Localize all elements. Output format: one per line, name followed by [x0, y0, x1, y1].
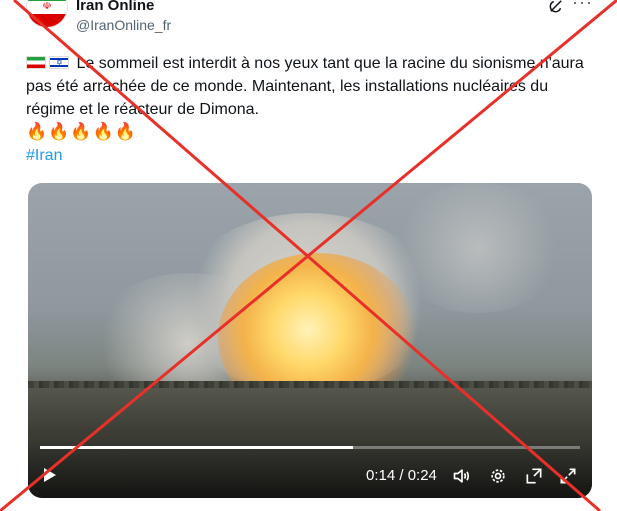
video-time: 0:14 / 0:24: [366, 467, 437, 484]
video-progress-fill: [40, 446, 354, 449]
iran-emblem-icon: ☫: [42, 1, 52, 13]
avatar[interactable]: ☫: [26, 0, 68, 28]
account-name[interactable]: Iran Online: [76, 0, 154, 14]
expand-icon[interactable]: [524, 466, 544, 486]
fullscreen-icon[interactable]: [558, 466, 578, 486]
fire-emojis: 🔥🔥🔥🔥🔥: [26, 122, 137, 141]
video-progress-bar[interactable]: [40, 446, 580, 449]
tweet-text: ✡ Le sommeil est interdit à nos yeux tan…: [26, 52, 596, 121]
iran-flag-icon: [26, 56, 46, 69]
tweet-body: Le sommeil est interdit à nos yeux tant …: [26, 55, 584, 118]
account-handle[interactable]: @IranOnline_fr: [76, 17, 171, 33]
video-player[interactable]: 0:14 / 0:24: [28, 183, 592, 498]
more-icon[interactable]: ···: [572, 0, 593, 13]
israel-flag-icon: ✡: [49, 56, 69, 69]
settings-icon[interactable]: [488, 466, 508, 486]
play-icon[interactable]: [44, 468, 56, 482]
volume-icon[interactable]: [452, 466, 472, 486]
hashtag-link[interactable]: #Iran: [26, 147, 62, 165]
grok-icon[interactable]: [547, 0, 565, 15]
